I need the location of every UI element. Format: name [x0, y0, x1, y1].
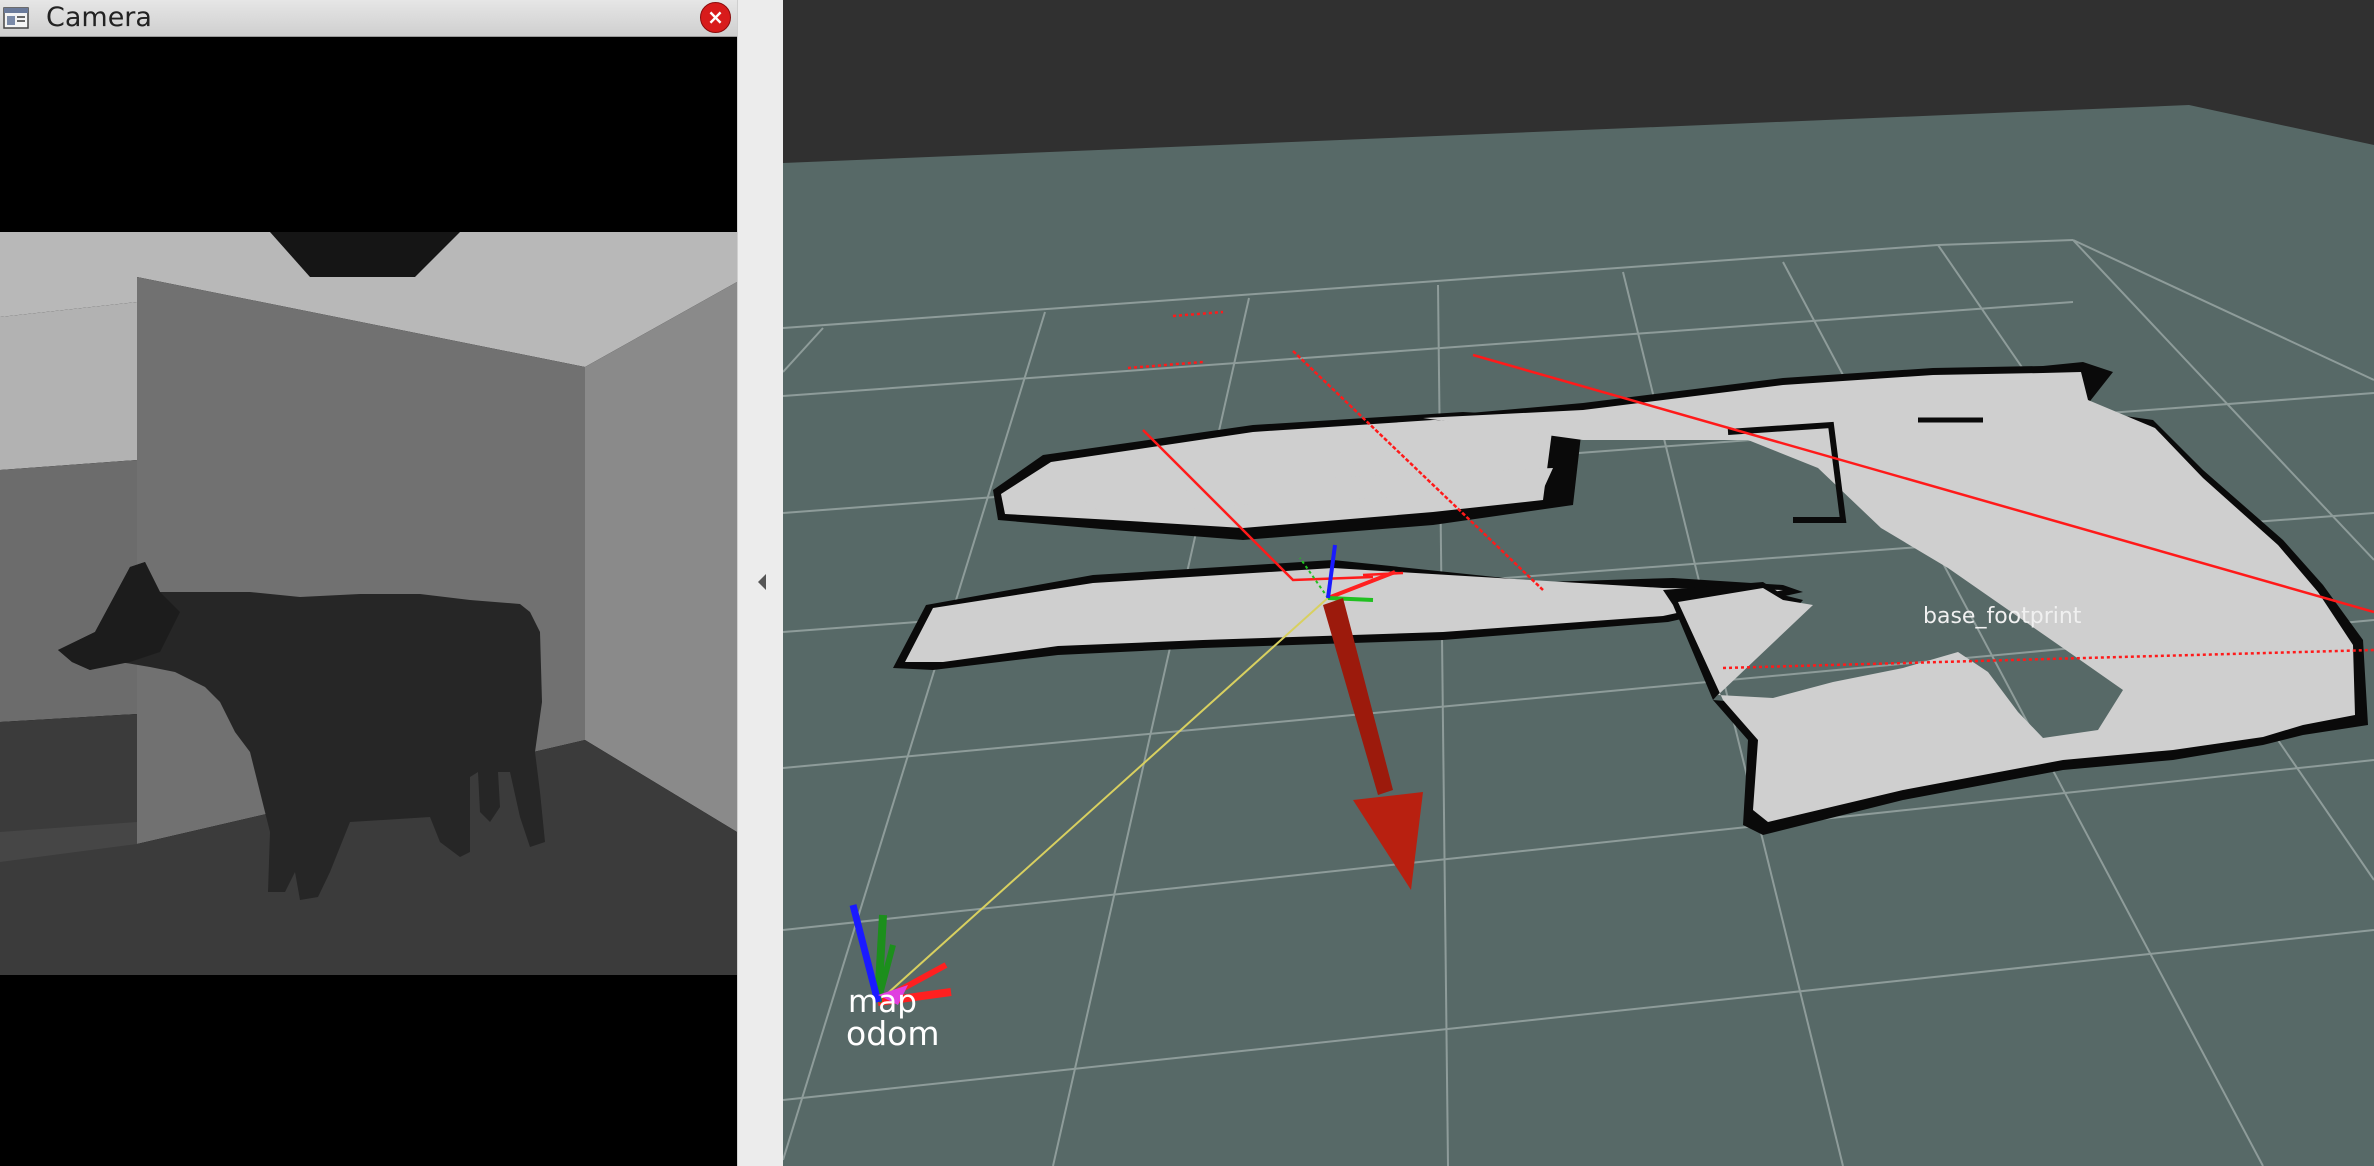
rviz-3d-view[interactable]: base_footprint map odom [783, 0, 2374, 1166]
window-icon [3, 7, 29, 29]
close-icon[interactable]: × [700, 2, 731, 33]
panel-title: Camera [46, 2, 152, 33]
camera-image [0, 232, 737, 975]
camera-title-bar[interactable]: Camera × [0, 0, 737, 37]
frame-label-base-footprint: base_footprint [1923, 604, 2082, 629]
camera-panel: Camera × [0, 0, 737, 1166]
panel-splitter[interactable] [737, 0, 784, 1166]
collapse-left-arrow-icon[interactable] [756, 570, 770, 594]
frame-label-odom: odom [846, 1014, 940, 1053]
